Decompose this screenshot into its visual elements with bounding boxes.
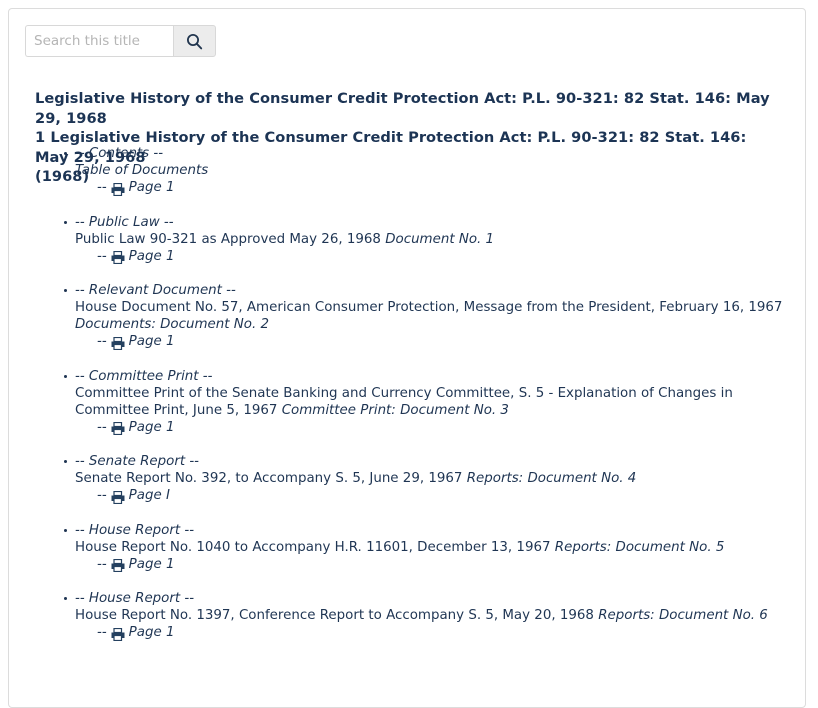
list-bullet (64, 597, 67, 600)
document-list-item: -- Relevant Document -- House Document No… (35, 282, 807, 351)
document-description: Table of Documents (75, 162, 807, 179)
document-list-item: -- Senate Report -- Senate Report No. 392… (35, 453, 807, 505)
document-list-item: -- House Report -- House Report No. 1040 … (35, 522, 807, 574)
list-bullet (64, 152, 67, 155)
list-bullet (64, 528, 67, 532)
document-number-label: Reports: Document No. 6 (598, 608, 768, 623)
document-list-item: -- House Report -- House Report No. 1397,… (35, 590, 807, 642)
document-number-label: Committee Print: Document No. 3 (281, 402, 509, 418)
document-category-heading: -- Committee Print -- (75, 368, 213, 384)
search-bar (25, 25, 216, 57)
search-icon (186, 33, 203, 50)
document-category-heading: -- Senate Report -- (75, 454, 200, 469)
page-dashes: -- (97, 419, 107, 435)
document-number-label: Reports: Document No. 5 (554, 539, 725, 555)
page-link[interactable]: Page 1 (129, 333, 175, 351)
page-dashes: -- (97, 488, 107, 503)
page-dashes: -- (97, 556, 107, 572)
document-category-heading: -- Public Law -- (75, 214, 174, 230)
document-list: -- Contents -- Table of Documents -- Page 1… (35, 145, 807, 659)
page-dashes: -- (97, 180, 107, 195)
page-link[interactable]: Page 1 (129, 419, 175, 437)
search-input[interactable] (25, 25, 173, 57)
page-dashes: -- (97, 248, 107, 264)
printer-icon[interactable] (111, 422, 125, 435)
list-bullet (64, 374, 67, 378)
document-category-heading: -- House Report -- (75, 522, 195, 538)
document-description-text: House Report No. 1040 to Accompany H.R. … (75, 539, 555, 555)
document-description: Public Law 90-321 as Approved May 26, 19… (75, 231, 807, 248)
printer-icon[interactable] (111, 559, 125, 572)
list-bullet (64, 460, 67, 463)
page-link[interactable]: Page 1 (129, 179, 175, 197)
document-number-label: Documents: Document No. 2 (75, 317, 269, 332)
document-description-text: Table of Documents (75, 163, 209, 178)
document-description-text: House Report No. 1397, Conference Report… (75, 608, 599, 623)
document-list-item: -- Public Law -- Public Law 90-321 as App… (35, 214, 807, 266)
printer-icon[interactable] (111, 251, 125, 264)
document-description: House Report No. 1040 to Accompany H.R. … (75, 539, 807, 556)
page-link-row: -- Page 1 (75, 333, 807, 351)
document-description: Senate Report No. 392, to Accompany S. 5… (75, 470, 807, 487)
page-link-row: -- Page 1 (75, 419, 807, 437)
document-list-item: -- Committee Print -- Committee Print of … (35, 368, 807, 437)
document-category-heading: -- Contents -- (75, 146, 164, 161)
page-link-row: -- Page I (75, 487, 807, 505)
printer-icon[interactable] (111, 627, 125, 641)
page-link-row: -- Page 1 (75, 179, 807, 197)
page-link[interactable]: Page 1 (129, 624, 175, 642)
page-link-row: -- Page 1 (75, 556, 807, 574)
document-category-heading: -- Relevant Document -- (75, 283, 236, 298)
printer-icon[interactable] (111, 182, 125, 196)
document-description: House Document No. 57, American Consumer… (75, 299, 807, 333)
document-description: House Report No. 1397, Conference Report… (75, 607, 807, 624)
document-description: Committee Print of the Senate Banking an… (75, 385, 807, 419)
list-bullet (64, 220, 67, 224)
page-link[interactable]: Page 1 (129, 556, 175, 574)
list-bullet (64, 289, 67, 292)
document-number-label: Reports: Document No. 4 (466, 471, 637, 486)
document-description-text: Senate Report No. 392, to Accompany S. 5… (75, 471, 467, 486)
page-link[interactable]: Page 1 (129, 248, 175, 266)
page-link-row: -- Page 1 (75, 624, 807, 642)
page-dashes: -- (97, 625, 107, 640)
document-list-item: -- Contents -- Table of Documents -- Page 1 (35, 145, 807, 197)
page-link[interactable]: Page I (129, 487, 170, 505)
page-link-row: -- Page 1 (75, 248, 807, 266)
page-dashes: -- (97, 334, 107, 349)
search-button[interactable] (173, 25, 216, 57)
content-panel: Legislative History of the Consumer Cred… (8, 8, 806, 708)
document-description-text: Public Law 90-321 as Approved May 26, 19… (75, 231, 386, 247)
printer-icon[interactable] (111, 490, 125, 504)
printer-icon[interactable] (111, 336, 125, 350)
page-title-line-1: Legislative History of the Consumer Cred… (35, 90, 770, 127)
document-category-heading: -- House Report -- (75, 591, 195, 606)
document-description-text: House Document No. 57, American Consumer… (75, 300, 783, 315)
document-number-label: Document No. 1 (385, 231, 495, 247)
